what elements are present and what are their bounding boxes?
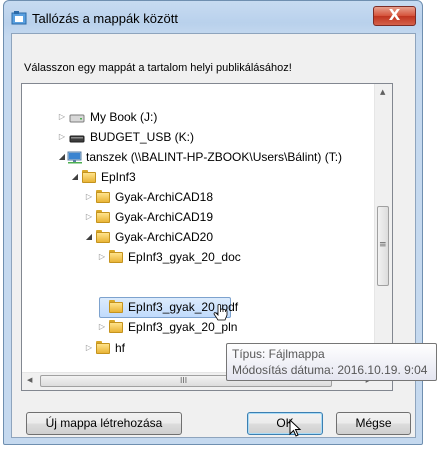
folder-icon [96, 189, 112, 205]
window-title: Tallózás a mappák között [32, 11, 178, 26]
expand-arrow-icon[interactable]: ▷ [84, 338, 94, 358]
tree-item-tanszek[interactable]: ◢ tanszek (\\BALINT-HP-ZBOOK\Users\Bálin… [22, 147, 392, 167]
tree-item-gyak-archicad20[interactable]: ◢ Gyak-ArchiCAD20 [22, 227, 372, 247]
tree-item-my-book[interactable]: ▷ My Book (J:) [22, 107, 372, 127]
close-button[interactable]: X [373, 6, 416, 26]
expand-arrow-icon[interactable]: ▷ [84, 207, 94, 227]
expand-arrow-icon[interactable]: ▷ [97, 317, 107, 337]
drive-icon [69, 114, 85, 123]
collapse-arrow-icon[interactable]: ◢ [57, 147, 67, 167]
tooltip-modified: Módosítás dátuma: 2016.10.19. 9:04 [232, 363, 428, 377]
folder-icon [96, 340, 112, 356]
tree-item-label: tanszek (\\BALINT-HP-ZBOOK\Users\Bálint)… [86, 150, 343, 164]
collapse-arrow-icon[interactable]: ◢ [84, 227, 94, 247]
tree-item-epinf3-gyak-20-pln[interactable]: ▷ EpInf3_gyak_20_pln [22, 317, 372, 337]
ok-button[interactable]: OK [247, 412, 323, 435]
vertical-scroll-thumb[interactable]: ≡ [377, 206, 389, 286]
folder-browse-icon [11, 11, 27, 25]
expand-arrow-icon[interactable]: ▷ [97, 247, 107, 267]
scroll-grip-icon: ≡ [379, 240, 387, 250]
tree-item-label: BUDGET_USB (K:) [90, 130, 195, 144]
title-bar[interactable]: Tallózás a mappák között X [4, 1, 422, 35]
folder-icon [82, 169, 98, 185]
tree-item-gyak-archicad18[interactable]: ▷ Gyak-ArchiCAD18 [22, 187, 372, 207]
tree-item-epinf3-gyak-20-pdf[interactable]: EpInf3_gyak_20_pdf [22, 297, 372, 317]
tree-item-epinf3-gyak-20-doc[interactable]: ▷ EpInf3_gyak_20_doc [22, 247, 372, 267]
hand-cursor-icon [213, 304, 228, 321]
cancel-button[interactable]: Mégse [336, 412, 411, 435]
close-icon: X [388, 6, 401, 24]
network-drive-icon [67, 151, 82, 164]
tree-item-label: My Book (J:) [90, 110, 158, 124]
folder-icon [109, 319, 125, 335]
expand-arrow-icon[interactable]: ▷ [57, 127, 67, 147]
folder-icon [109, 249, 125, 265]
instruction-text: Válasszon egy mappát a tartalom helyi pu… [24, 62, 292, 74]
vertical-scrollbar[interactable]: ▲ ≡ ▼ [374, 84, 392, 373]
tree-item-label: Gyak-ArchiCAD19 [115, 210, 214, 224]
folder-icon [96, 229, 112, 245]
collapse-arrow-icon[interactable]: ◢ [70, 167, 80, 187]
scroll-up-arrow-icon[interactable]: ▲ [380, 88, 385, 96]
tree-item-gyak-archicad19[interactable]: ▷ Gyak-ArchiCAD19 [22, 207, 372, 227]
tooltip-type: Típus: Fájlmappa [232, 347, 325, 361]
tree-item-label: hf [115, 341, 126, 355]
scroll-grip-icon: III [180, 376, 188, 385]
tree-item-label: Gyak-ArchiCAD20 [115, 230, 214, 244]
tree-item-hf[interactable]: ▷ hf [22, 338, 222, 358]
usb-drive-icon [69, 135, 85, 143]
arrow-cursor-icon [289, 419, 302, 437]
folder-icon [96, 209, 112, 225]
expand-arrow-icon[interactable]: ▷ [84, 187, 94, 207]
tree-item-label: EpInf3_gyak_20_doc [128, 250, 241, 264]
folder-icon [109, 299, 125, 315]
tree-item-budget-usb[interactable]: ▷ BUDGET_USB (K:) [22, 127, 372, 147]
tree-item-label: EpInf3 [101, 170, 136, 184]
tooltip: Típus: Fájlmappa Módosítás dátuma: 2016.… [226, 343, 437, 381]
expand-arrow-icon[interactable]: ▷ [57, 107, 67, 127]
scroll-left-arrow-icon[interactable]: ◀ [27, 376, 32, 384]
tree-item-epinf3[interactable]: ◢ EpInf3 [22, 167, 372, 187]
new-folder-button[interactable]: Új mappa létrehozása [26, 412, 182, 435]
tree-item-label: Gyak-ArchiCAD18 [115, 190, 214, 204]
